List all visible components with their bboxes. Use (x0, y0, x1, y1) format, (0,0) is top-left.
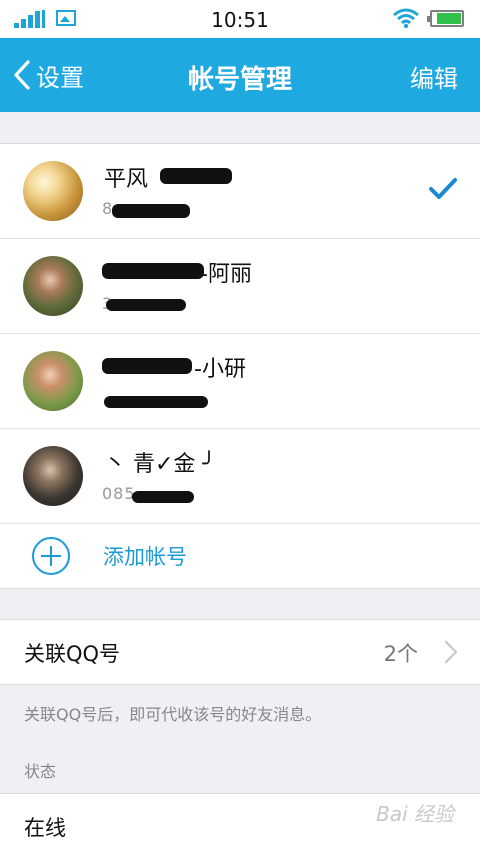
account-name: -阿丽 (200, 262, 252, 287)
avatar (23, 256, 83, 316)
back-label: 设置 (36, 63, 84, 92)
online-status-row[interactable]: 在线 Bai 经验 (0, 793, 480, 858)
add-account-label: 添加帐号 (103, 545, 187, 569)
account-item[interactable]: 平风 8 (0, 144, 480, 239)
redaction-scribble (106, 299, 186, 311)
edit-button[interactable]: 编辑 (410, 59, 458, 94)
add-account-button[interactable]: 添加帐号 (0, 524, 480, 588)
add-circle-icon (32, 537, 70, 575)
account-item[interactable]: -阿丽 3 (0, 239, 480, 334)
watermark: Bai 经验 (376, 802, 454, 826)
redaction-scribble (102, 358, 192, 374)
online-status-value: 在线 (24, 816, 66, 840)
avatar (23, 351, 83, 411)
chevron-right-icon (444, 640, 458, 664)
avatar (23, 161, 83, 221)
linked-qq-hint: 关联QQ号后，即可代收该号的好友消息。 (24, 705, 322, 724)
linked-qq-row[interactable]: 关联QQ号 2个 (0, 619, 480, 685)
status-section-label: 状态 (24, 762, 57, 781)
redaction-scribble (104, 396, 208, 408)
status-bar: 10:51 (0, 0, 480, 38)
battery-icon (427, 10, 464, 27)
account-number: 085 (102, 484, 136, 503)
redaction-scribble (132, 491, 194, 503)
account-name: -小研 (194, 357, 246, 382)
redaction-scribble (102, 263, 204, 279)
navigation-bar: 设置 帐号管理 编辑 (0, 38, 480, 112)
account-item[interactable]: 丶 青✓金 ╯ 085 (0, 429, 480, 524)
account-name: 丶 青✓金 ╯ (104, 452, 216, 477)
back-button[interactable]: 设置 (12, 58, 84, 92)
linked-qq-label: 关联QQ号 (24, 642, 121, 666)
account-name: 平风 (104, 167, 149, 192)
account-list: 平风 8 -阿丽 3 -小研 丶 青✓金 ╯ 085 添加帐号 (0, 143, 480, 589)
redaction-scribble (160, 168, 232, 184)
linked-qq-count: 2个 (383, 642, 418, 666)
avatar (23, 446, 83, 506)
checkmark-icon (429, 178, 457, 199)
wifi-icon (393, 8, 419, 29)
redaction-scribble (112, 204, 190, 218)
chevron-left-icon (14, 60, 30, 90)
account-item[interactable]: -小研 (0, 334, 480, 429)
